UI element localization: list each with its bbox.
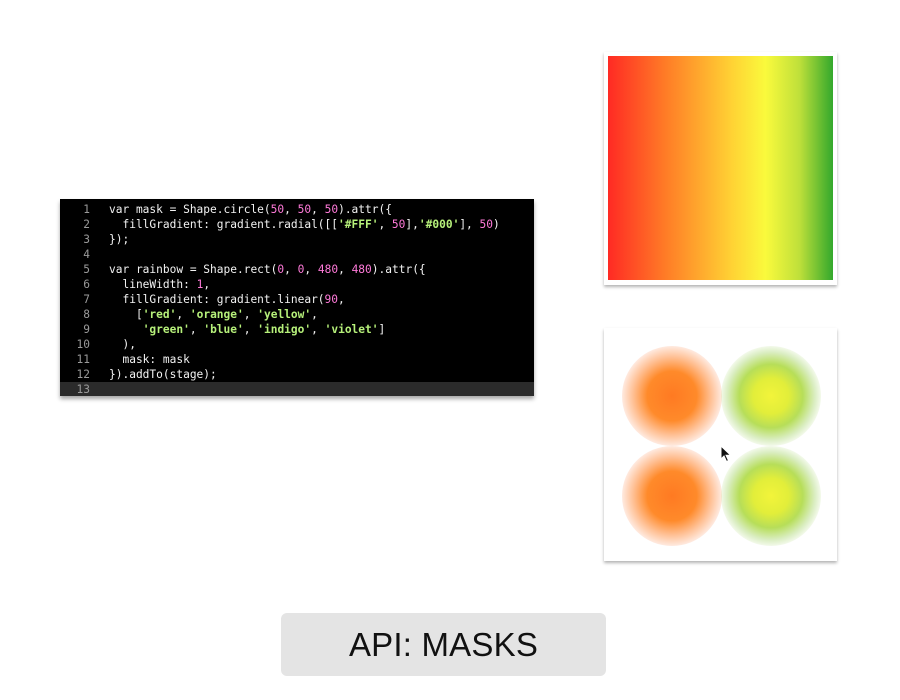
code-line[interactable]: 10 ), xyxy=(60,337,534,352)
line-number: 10 xyxy=(76,338,90,351)
code-editor[interactable]: 1 var mask = Shape.circle(50, 50, 50).att… xyxy=(60,199,534,396)
line-number: 11 xyxy=(76,353,90,366)
code-text: }).addTo(stage); xyxy=(109,368,217,381)
line-number: 9 xyxy=(83,323,90,336)
code-line[interactable]: 12 }).addTo(stage); xyxy=(60,367,534,382)
code-line[interactable]: 6 lineWidth: 1, xyxy=(60,277,534,292)
code-line[interactable]: 11 mask: mask xyxy=(60,352,534,367)
code-line[interactable]: 8 ['red', 'orange', 'yellow', xyxy=(60,307,534,322)
rainbow-gradient-rect xyxy=(608,56,833,280)
line-number: 4 xyxy=(83,248,90,261)
code-text: ), xyxy=(109,338,136,351)
code-text: 'green', 'blue', 'indigo', 'violet'] xyxy=(142,323,386,336)
code-text: fillGradient: gradient.linear(90, xyxy=(109,293,345,306)
masked-circle-bottom-left xyxy=(622,446,722,546)
code-line[interactable]: 3}); xyxy=(60,232,534,247)
code-line[interactable]: 9 'green', 'blue', 'indigo', 'violet'] xyxy=(60,322,534,337)
code-line[interactable]: 2 fillGradient: gradient.radial([['#FFF'… xyxy=(60,217,534,232)
line-number: 7 xyxy=(83,293,90,306)
code-line[interactable]: 4 xyxy=(60,247,534,262)
masked-circle-bottom-right xyxy=(721,446,821,546)
masked-circle-top-left xyxy=(622,346,722,446)
line-number: 6 xyxy=(83,278,90,291)
code-line[interactable]: 7 fillGradient: gradient.linear(90, xyxy=(60,292,534,307)
masked-circle-top-right xyxy=(721,346,821,446)
code-text: var rainbow = Shape.rect(0, 0, 480, 480)… xyxy=(109,263,426,276)
line-number: 8 xyxy=(83,308,90,321)
line-number: 2 xyxy=(83,218,90,231)
code-text: }); xyxy=(109,233,130,246)
rainbow-preview xyxy=(604,52,837,285)
line-number: 3 xyxy=(83,233,90,246)
code-text: ['red', 'orange', 'yellow', xyxy=(109,308,318,321)
line-number: 1 xyxy=(83,203,90,216)
slide-title: API: MASKS xyxy=(348,625,539,663)
mouse-pointer-icon xyxy=(720,445,732,463)
line-number: 12 xyxy=(76,368,90,381)
line-number: 5 xyxy=(83,263,90,276)
slide-title-banner: API: MASKS xyxy=(281,613,606,676)
code-text: mask: mask xyxy=(109,353,190,366)
code-text: lineWidth: 1, xyxy=(109,278,211,291)
code-text: var mask = Shape.circle(50, 50, 50).attr… xyxy=(109,203,392,216)
code-line[interactable]: 1 var mask = Shape.circle(50, 50, 50).att… xyxy=(60,202,534,217)
code-line[interactable]: 5 var rainbow = Shape.rect(0, 0, 480, 480… xyxy=(60,262,534,277)
code-line[interactable]: 13 xyxy=(60,382,534,396)
line-number: 13 xyxy=(76,383,90,396)
code-text: fillGradient: gradient.radial([['#FFF', … xyxy=(109,218,500,231)
